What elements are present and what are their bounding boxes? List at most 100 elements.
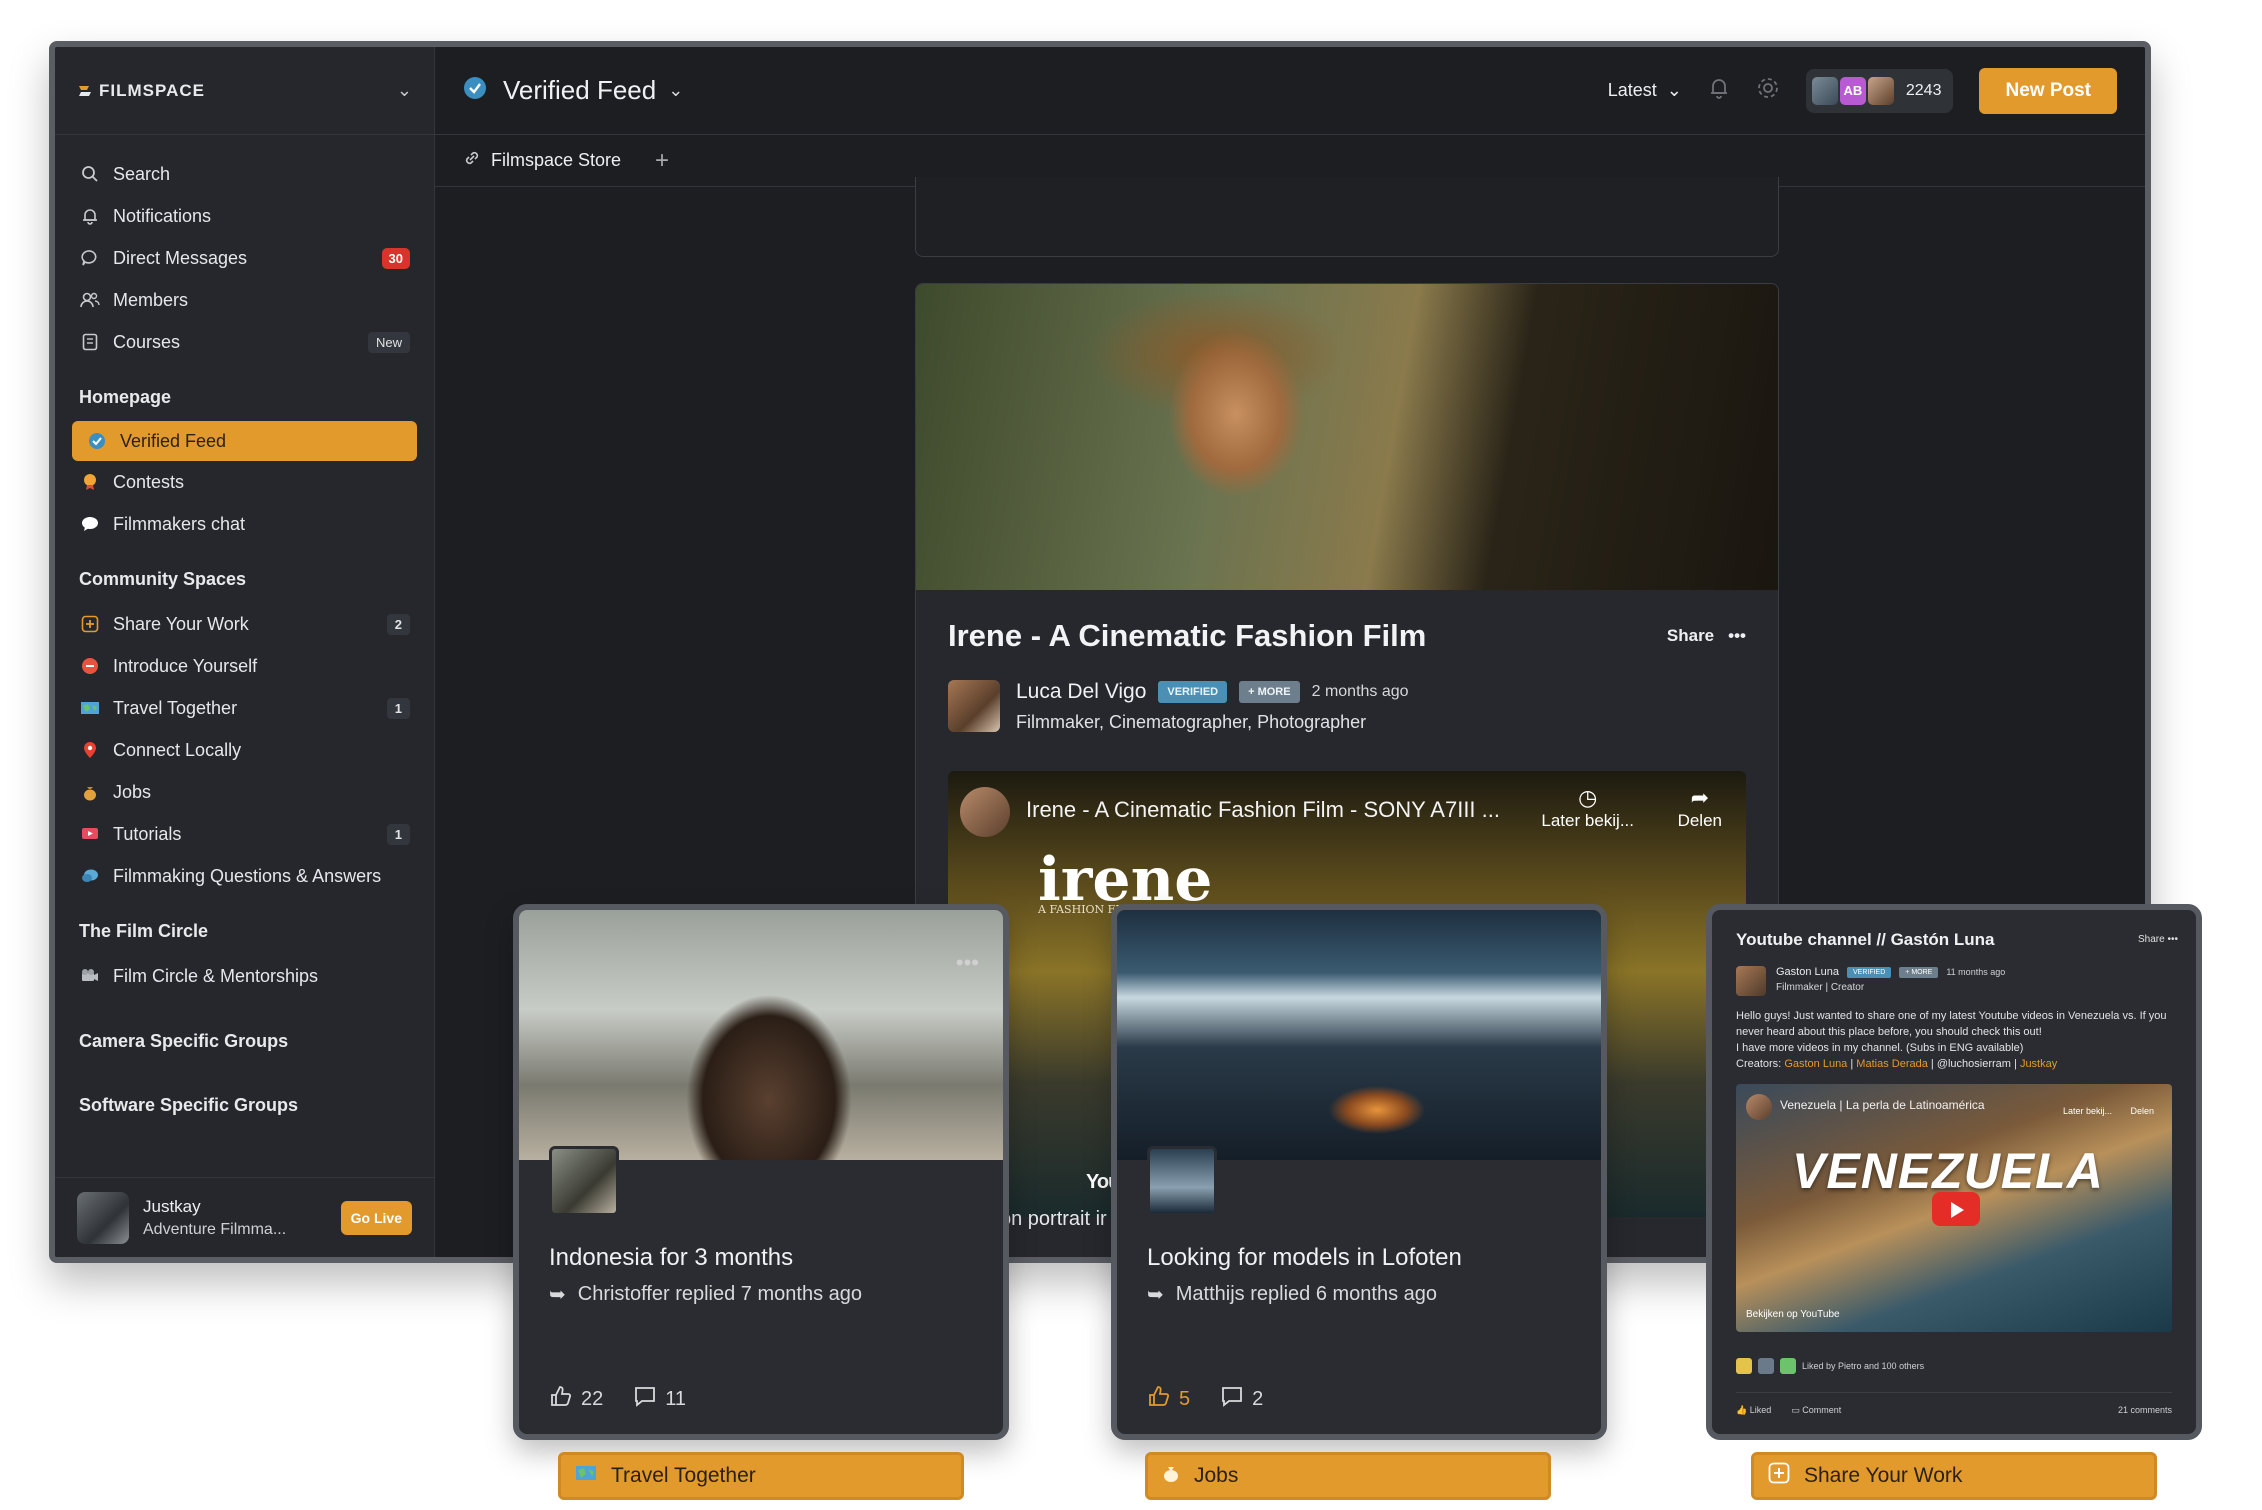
comment-button[interactable]: 2 — [1220, 1384, 1263, 1414]
sidebar-item-jobs[interactable]: Jobs — [55, 771, 434, 813]
sidebar-item-notifications[interactable]: Notifications — [55, 195, 434, 237]
avatar[interactable] — [549, 1146, 619, 1216]
question-icon — [79, 865, 101, 887]
section-title-software-groups[interactable]: Software Specific Groups — [55, 1091, 434, 1119]
sidebar-item-label: Connect Locally — [113, 739, 242, 760]
reply-text: Matthijs replied 6 months ago — [1175, 1283, 1438, 1305]
sidebar-item-filmmakers-chat[interactable]: Filmmakers chat — [55, 503, 434, 545]
verified-badge: VERIFIED — [1158, 681, 1228, 703]
space-tag-jobs[interactable]: Jobs — [1145, 1452, 1551, 1500]
more-options-icon[interactable]: ••• — [1728, 626, 1746, 646]
go-live-button[interactable]: Go Live — [340, 1200, 412, 1235]
sidebar-item-search[interactable]: Search — [55, 153, 434, 195]
post-author: Luca Del Vigo VERIFIED + MORE 2 months a… — [948, 680, 1746, 733]
sidebar-item-members[interactable]: Members — [55, 279, 434, 321]
like-button[interactable]: 👍 Liked — [1736, 1405, 1771, 1416]
like-button[interactable]: 22 — [549, 1384, 603, 1414]
space-tag-travel-together[interactable]: Travel Together — [558, 1452, 964, 1500]
post-timestamp: 11 months ago — [1946, 967, 2006, 977]
verified-icon — [86, 430, 108, 452]
share-arrow-icon: ➦ — [1690, 785, 1709, 810]
more-options-icon[interactable]: ••• — [956, 950, 979, 976]
like-button[interactable]: 5 — [1147, 1384, 1190, 1414]
post-preview-reply: ➥ Matthijs replied 6 months ago — [1147, 1282, 1437, 1307]
chevron-down-icon[interactable]: ⌄ — [397, 80, 412, 101]
page-title[interactable]: Verified Feed — [503, 75, 656, 106]
post-preview-title[interactable]: Looking for models in Lofoten — [1147, 1244, 1462, 1272]
post-text-line: Hello guys! Just wanted to share one of … — [1736, 1010, 2167, 1038]
sidebar-item-label: Search — [113, 163, 171, 184]
author-name[interactable]: Gaston Luna — [1776, 966, 1839, 978]
creator-link[interactable]: Justkay — [2020, 1058, 2057, 1070]
author-name-row: Gaston Luna VERIFIED + MORE 11 months ag… — [1776, 966, 2005, 978]
more-badge[interactable]: + MORE — [1239, 681, 1300, 703]
sidebar-item-film-circle[interactable]: Film Circle & Mentorships — [55, 955, 434, 997]
post-title[interactable]: Irene - A Cinematic Fashion Film — [948, 618, 1426, 654]
sidebar-item-courses[interactable]: Courses New — [55, 321, 434, 363]
comment-button[interactable]: 11 — [633, 1384, 686, 1414]
brand-bar[interactable]: FILMSPACE ⌄ — [55, 47, 434, 135]
space-tag-share-your-work[interactable]: Share Your Work — [1751, 1452, 2157, 1500]
sidebar-item-tutorials[interactable]: Tutorials 1 — [55, 813, 434, 855]
video-share-button[interactable]: Delen — [2130, 1106, 2154, 1116]
sidebar-item-share-your-work[interactable]: Share Your Work 2 — [55, 603, 434, 645]
post-preview-card-travel[interactable]: ••• Indonesia for 3 months ➥ Christoffer… — [513, 904, 1009, 1440]
more-badge[interactable]: + MORE — [1899, 966, 1939, 978]
post-preview-title[interactable]: Youtube channel // Gastón Luna — [1736, 930, 2172, 950]
play-button-icon[interactable] — [1932, 1192, 1980, 1226]
post-cover-image[interactable] — [916, 284, 1778, 590]
creator-link[interactable]: Gaston Luna — [1784, 1058, 1847, 1070]
avatar — [1758, 1358, 1774, 1374]
video-share-button[interactable]: ➦ Delen — [1678, 785, 1722, 831]
gear-icon[interactable] — [1756, 76, 1780, 106]
share-button[interactable]: Share ••• — [1667, 626, 1746, 646]
share-button[interactable]: Share ••• — [2138, 934, 2178, 945]
sidebar-item-introduce-yourself[interactable]: Introduce Yourself — [55, 645, 434, 687]
video-title[interactable]: Irene - A Cinematic Fashion Film - SONY … — [1026, 797, 1500, 823]
section-title-camera-groups[interactable]: Camera Specific Groups — [55, 1027, 434, 1055]
bell-icon[interactable] — [1708, 76, 1730, 106]
sidebar-item-label: Jobs — [113, 781, 152, 802]
sort-dropdown[interactable]: Latest ⌄ — [1608, 80, 1682, 101]
channel-avatar — [1746, 1094, 1772, 1120]
watch-later-button[interactable]: ◷ Later bekij... — [1541, 785, 1634, 831]
sidebar-item-label: Verified Feed — [120, 430, 227, 451]
avatar[interactable] — [77, 1191, 129, 1244]
watch-later-button[interactable]: Later bekij... — [2063, 1106, 2112, 1116]
sidebar-item-label: Courses — [113, 331, 181, 352]
sidebar-item-label: Travel Together — [113, 697, 238, 718]
camera-icon — [79, 965, 101, 987]
author-name[interactable]: Luca Del Vigo — [1016, 680, 1146, 704]
avatar-initials: AB — [1839, 76, 1866, 105]
post-preview-card-youtube[interactable]: Youtube channel // Gastón Luna Share •••… — [1706, 904, 2202, 1440]
video-title[interactable]: Venezuela | La perla de Latinoamérica — [1780, 1098, 1985, 1112]
sidebar-item-contests[interactable]: Contests — [55, 461, 434, 503]
sidebar-item-direct-messages[interactable]: Direct Messages 30 — [55, 237, 434, 279]
members-preview[interactable]: AB 2243 — [1805, 68, 1954, 113]
new-post-button[interactable]: New Post — [1979, 67, 2117, 114]
sidebar-item-verified-feed[interactable]: Verified Feed — [72, 421, 417, 461]
video-embed[interactable]: Venezuela | La perla de Latinoamérica La… — [1736, 1084, 2172, 1332]
post-preview-title[interactable]: Indonesia for 3 months — [549, 1244, 793, 1272]
comment-button[interactable]: ▭ Comment — [1791, 1405, 1841, 1416]
avatar[interactable] — [1736, 966, 1766, 996]
post-preview-card-jobs[interactable]: Looking for models in Lofoten ➥ Matthijs… — [1111, 904, 1607, 1440]
sort-label: Latest — [1607, 80, 1657, 100]
add-link-icon[interactable]: + — [655, 147, 669, 175]
filmspace-store-link[interactable]: Filmspace Store — [491, 150, 621, 171]
watch-on-youtube[interactable]: Bekijken op YouTube — [1746, 1309, 1840, 1320]
creator-link[interactable]: Matias Derada — [1856, 1058, 1928, 1070]
unread-badge: 30 — [381, 247, 410, 269]
sidebar-item-filmmaking-questions[interactable]: Filmmaking Questions & Answers — [55, 855, 434, 897]
map-icon — [79, 697, 101, 719]
liked-by-row[interactable]: Liked by Pietro and 100 others — [1736, 1358, 2172, 1374]
sidebar-item-connect-locally[interactable]: Connect Locally — [55, 729, 434, 771]
more-options-icon[interactable]: ••• — [2167, 934, 2178, 945]
avatar[interactable] — [1147, 1146, 1217, 1216]
brand-logo[interactable]: FILMSPACE — [77, 81, 205, 101]
sidebar-item-travel-together[interactable]: Travel Together 1 — [55, 687, 434, 729]
current-user-bar[interactable]: Justkay Adventure Filmma... Go Live — [55, 1177, 434, 1257]
chevron-down-icon[interactable]: ⌄ — [668, 80, 683, 101]
comment-count[interactable]: 21 comments — [2118, 1405, 2172, 1416]
avatar[interactable] — [948, 680, 1000, 732]
